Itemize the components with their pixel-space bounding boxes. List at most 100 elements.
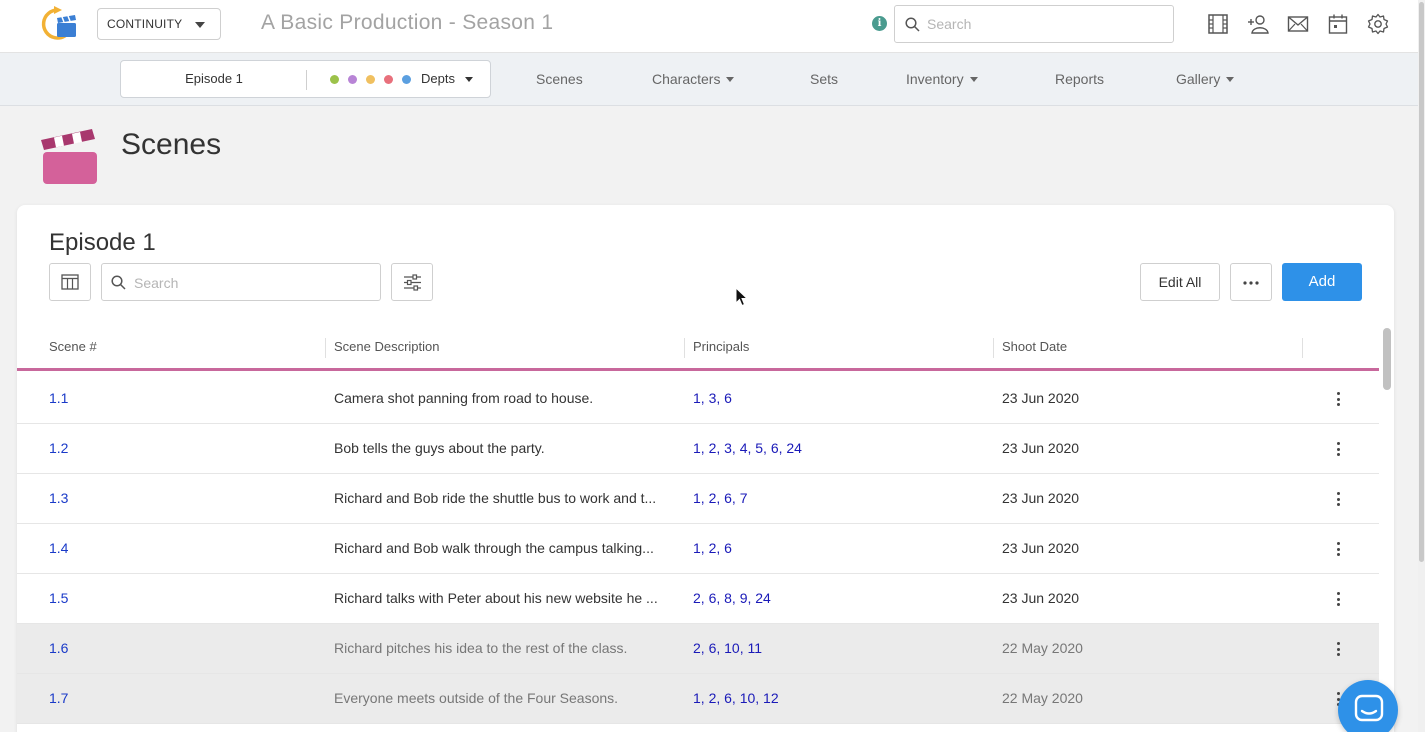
nav-bar: Episode 1 Depts Scenes Characters Sets I… <box>0 53 1418 106</box>
scene-number-link[interactable]: 1.3 <box>49 474 149 523</box>
scene-number-link[interactable]: 1.1 <box>49 374 149 423</box>
dept-dot <box>366 75 375 84</box>
global-search[interactable] <box>894 5 1174 43</box>
add-button[interactable]: Add <box>1282 263 1362 301</box>
dept-dot <box>402 75 411 84</box>
shoot-date: 23 Jun 2020 <box>1002 440 1080 456</box>
nav-reports-label: Reports <box>1055 71 1105 87</box>
row-menu-icon[interactable] <box>1329 590 1347 608</box>
filter-button[interactable] <box>391 263 433 301</box>
columns-button[interactable] <box>49 263 91 301</box>
app-logo-icon[interactable] <box>38 6 80 42</box>
nav-inventory[interactable]: Inventory <box>906 53 978 105</box>
principals-links[interactable]: 1, 2, 6, 7 <box>693 474 983 523</box>
nav-gallery[interactable]: Gallery <box>1176 53 1235 105</box>
dept-dot <box>384 75 393 84</box>
column-resizer[interactable] <box>684 338 685 358</box>
top-bar: CONTINUITY A Basic Production - Season 1… <box>0 0 1418 53</box>
table-row[interactable]: 1.4 Richard and Bob walk through the cam… <box>17 524 1379 574</box>
column-resizer[interactable] <box>993 338 994 358</box>
nav-sets[interactable]: Sets <box>810 53 838 105</box>
row-menu-icon[interactable] <box>1329 540 1347 558</box>
scenes-card: Episode 1 Edit All <box>17 205 1394 732</box>
clapperboard-icon <box>41 129 97 184</box>
principals-links[interactable]: 2, 6, 8, 9, 24 <box>693 574 983 623</box>
principals-links[interactable]: 1, 3, 6 <box>693 374 983 423</box>
principals-links[interactable]: 1, 2, 6, 10, 12 <box>693 674 983 723</box>
nav-sets-label: Sets <box>810 71 839 87</box>
dept-dot <box>330 75 339 84</box>
table-row[interactable]: 1.6 Richard pitches his idea to the rest… <box>17 624 1379 674</box>
module-select[interactable]: CONTINUITY <box>97 8 221 40</box>
calendar-icon[interactable] <box>1327 13 1349 35</box>
search-icon <box>905 17 920 32</box>
info-icon[interactable]: i <box>872 16 887 31</box>
row-menu-icon[interactable] <box>1329 440 1347 458</box>
module-select-label: CONTINUITY <box>107 17 183 31</box>
production-title: A Basic Production - Season 1 <box>261 11 554 34</box>
global-search-input[interactable] <box>927 14 1162 34</box>
scene-description: Camera shot panning from road to house. <box>334 390 594 406</box>
page-scrollbar-thumb[interactable] <box>1419 2 1424 562</box>
chat-launcher-button[interactable] <box>1338 680 1398 732</box>
scene-description: Bob tells the guys about the party. <box>334 440 545 456</box>
column-resizer[interactable] <box>1302 338 1303 358</box>
row-menu-icon[interactable] <box>1329 640 1347 658</box>
nav-characters-label: Characters <box>652 71 721 87</box>
column-header-principals[interactable]: Principals <box>693 325 749 368</box>
row-menu-icon[interactable] <box>1329 490 1347 508</box>
table-row[interactable]: 1.7 Everyone meets outside of the Four S… <box>17 674 1379 724</box>
scene-description: Richard pitches his idea to the rest of … <box>334 640 628 656</box>
shoot-date: 22 May 2020 <box>1002 640 1083 656</box>
chevron-down-icon <box>726 77 735 82</box>
edit-all-button[interactable]: Edit All <box>1140 263 1220 301</box>
ellipsis-icon <box>1243 281 1259 285</box>
scene-number-link[interactable]: 1.5 <box>49 574 149 623</box>
nav-gallery-label: Gallery <box>1176 71 1221 87</box>
shoot-date: 23 Jun 2020 <box>1002 390 1080 406</box>
row-menu-icon[interactable] <box>1329 390 1347 408</box>
chat-icon <box>1354 694 1384 722</box>
scene-description: Richard and Bob walk through the campus … <box>334 540 654 556</box>
divider <box>306 70 307 90</box>
depts-dropdown[interactable]: Depts <box>421 61 455 97</box>
principals-links[interactable]: 1, 2, 6 <box>693 524 983 573</box>
add-user-icon[interactable] <box>1247 13 1269 35</box>
scene-description: Richard talks with Peter about his new w… <box>334 590 658 606</box>
film-icon[interactable] <box>1207 13 1229 35</box>
chevron-down-icon <box>969 77 978 82</box>
table-header: Scene # Scene Description Principals Sho… <box>17 325 1379 371</box>
nav-characters[interactable]: Characters <box>652 53 735 105</box>
mouse-cursor-icon <box>735 287 749 307</box>
scene-search-input[interactable] <box>134 273 364 293</box>
principals-links[interactable]: 1, 2, 3, 4, 5, 6, 24 <box>693 424 983 473</box>
table-row[interactable]: 1.3 Richard and Bob ride the shuttle bus… <box>17 474 1379 524</box>
scene-number-link[interactable]: 1.2 <box>49 424 149 473</box>
table-row[interactable]: 1.5 Richard talks with Peter about his n… <box>17 574 1379 624</box>
mail-icon[interactable] <box>1287 13 1309 35</box>
chevron-down-icon <box>1226 77 1235 82</box>
scene-description: Richard and Bob ride the shuttle bus to … <box>334 490 657 506</box>
nav-scenes-label: Scenes <box>536 71 583 87</box>
column-resizer[interactable] <box>325 338 326 358</box>
column-header-scene-number[interactable]: Scene # <box>49 325 97 368</box>
scene-number-link[interactable]: 1.4 <box>49 524 149 573</box>
search-icon <box>111 275 126 290</box>
episode-select[interactable]: Episode 1 <box>121 61 307 97</box>
settings-icon[interactable] <box>1367 13 1389 35</box>
shoot-date: 23 Jun 2020 <box>1002 490 1080 506</box>
more-options-button[interactable] <box>1230 263 1272 301</box>
table-scrollbar-thumb[interactable] <box>1383 328 1391 390</box>
table-row[interactable]: 1.1 Camera shot panning from road to hou… <box>17 374 1379 424</box>
table-row[interactable]: 1.2 Bob tells the guys about the party. … <box>17 424 1379 474</box>
nav-reports[interactable]: Reports <box>1055 53 1104 105</box>
episode-dept-selector[interactable]: Episode 1 Depts <box>120 60 491 98</box>
column-header-description[interactable]: Scene Description <box>334 325 440 368</box>
scene-number-link[interactable]: 1.6 <box>49 624 149 673</box>
scene-number-link[interactable]: 1.7 <box>49 674 149 723</box>
scene-search[interactable] <box>101 263 381 301</box>
nav-scenes[interactable]: Scenes <box>536 53 583 105</box>
principals-links[interactable]: 2, 6, 10, 11 <box>693 624 983 673</box>
shoot-date: 22 May 2020 <box>1002 690 1083 706</box>
column-header-shoot-date[interactable]: Shoot Date <box>1002 325 1067 368</box>
